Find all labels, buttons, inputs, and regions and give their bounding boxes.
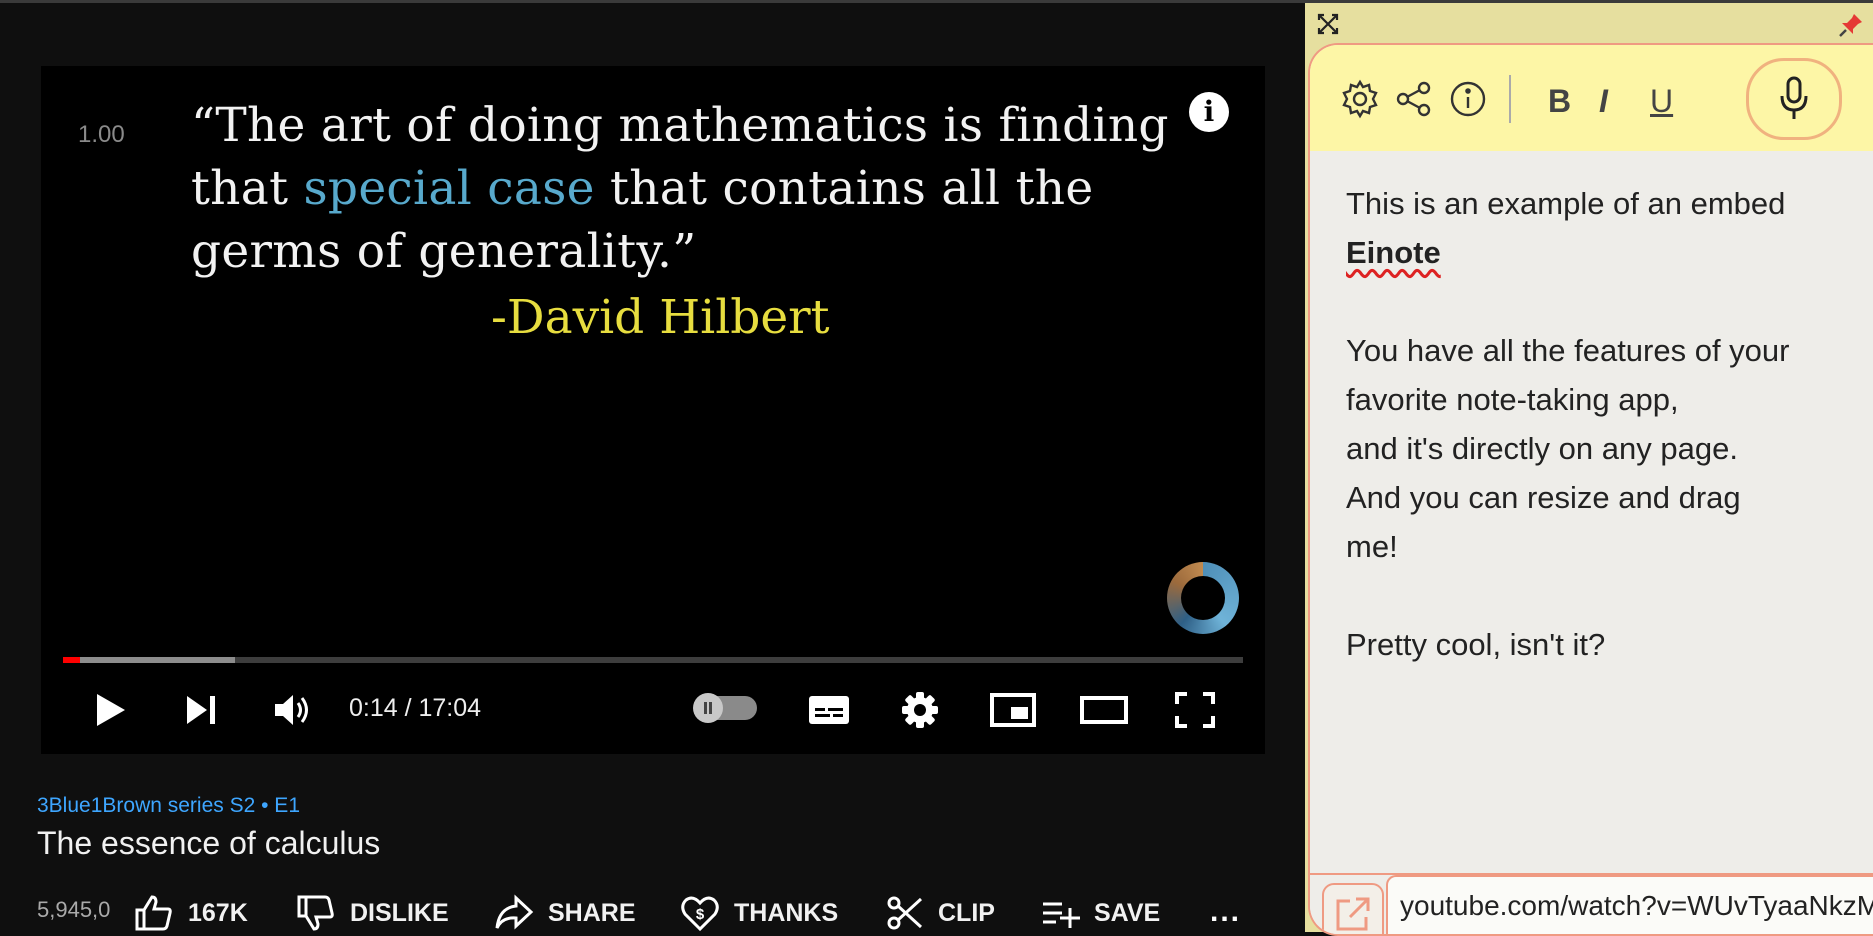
note-card: B I U This is an example of an embed Ein…	[1308, 43, 1873, 936]
view-count: 5,945,0	[37, 897, 111, 922]
quote-attribution: -David Hilbert	[491, 290, 830, 345]
dislike-button[interactable]: DISLIKE	[296, 893, 449, 933]
save-icon	[1043, 902, 1080, 928]
gear-icon[interactable]	[1340, 79, 1380, 124]
italic-button[interactable]: I	[1599, 83, 1608, 120]
note-toolbar: B I U	[1310, 45, 1873, 151]
dislike-label: DISLIKE	[350, 898, 449, 927]
like-count: 167K	[188, 898, 248, 927]
note-line: This is an example of an embed	[1346, 186, 1786, 221]
close-icon[interactable]	[1315, 11, 1341, 42]
settings-icon[interactable]	[899, 690, 941, 730]
svg-text:$: $	[696, 906, 705, 923]
external-link-icon	[1336, 897, 1370, 931]
bold-button[interactable]: B	[1548, 83, 1571, 120]
dislike-icon	[297, 895, 334, 931]
series-link[interactable]: 3Blue1Brown series S2 • E1	[37, 794, 300, 818]
mic-icon	[1780, 76, 1808, 119]
note-line: And you can resize and drag	[1346, 480, 1741, 515]
miniplayer-icon[interactable]	[989, 690, 1037, 730]
pin-icon[interactable]	[1837, 11, 1865, 44]
share-label: SHARE	[548, 898, 636, 927]
volume-icon[interactable]	[271, 690, 313, 730]
underline-button[interactable]: U	[1650, 83, 1673, 120]
played-bar	[63, 657, 80, 663]
theater-icon[interactable]	[1079, 690, 1129, 730]
like-icon	[135, 895, 172, 931]
share-icon	[495, 894, 534, 930]
thanks-icon: $	[681, 896, 719, 932]
info-circle-icon[interactable]	[1448, 79, 1488, 124]
quote-highlight: special case	[303, 161, 595, 216]
time-display: 0:14 / 17:04	[349, 694, 482, 722]
autoplay-toggle[interactable]	[693, 693, 757, 723]
info-icon[interactable]: i	[1189, 92, 1229, 132]
note-line: and it's directly on any page.	[1346, 431, 1738, 466]
autoplay-knob	[693, 693, 723, 723]
save-label: SAVE	[1094, 898, 1161, 927]
clip-label: CLIP	[938, 898, 995, 927]
clip-icon	[887, 896, 923, 930]
thanks-button[interactable]: $ THANKS	[680, 893, 838, 933]
note-content[interactable]: This is an example of an embed Einote Yo…	[1346, 179, 1866, 669]
note-footer: youtube.com/watch?v=WUvTyaaNkzM	[1310, 873, 1873, 934]
note-line: me!	[1346, 529, 1398, 564]
video-title: The essence of calculus	[37, 825, 381, 861]
playback-speed: 1.00	[78, 121, 125, 148]
buffered-bar	[63, 657, 236, 663]
note-line: Pretty cool, isn't it?	[1346, 627, 1606, 662]
play-icon[interactable]	[91, 690, 129, 730]
note-panel[interactable]: B I U This is an example of an embed Ein…	[1305, 3, 1873, 936]
external-link-button[interactable]	[1322, 883, 1384, 934]
video-player[interactable]: 1.00 “The art of doing mathematics is fi…	[41, 66, 1265, 754]
quote-text: “The art of doing mathematics is finding…	[191, 94, 1191, 283]
subtitles-icon[interactable]	[807, 690, 851, 730]
clip-button[interactable]: CLIP	[886, 893, 995, 933]
share-nodes-icon[interactable]	[1394, 79, 1434, 124]
note-drag-bar[interactable]	[1305, 3, 1873, 43]
loading-spinner	[1167, 562, 1239, 634]
note-brand: Einote	[1346, 235, 1441, 270]
like-button[interactable]: 167K	[134, 893, 248, 933]
note-line: You have all the features of your	[1346, 333, 1790, 368]
mic-button[interactable]	[1746, 58, 1842, 140]
save-button[interactable]: SAVE	[1040, 893, 1160, 933]
share-button[interactable]: SHARE	[494, 893, 636, 933]
more-actions-button[interactable]: ...	[1210, 895, 1241, 929]
toolbar-divider	[1509, 75, 1511, 123]
fullscreen-icon[interactable]	[1173, 690, 1217, 730]
progress-bar[interactable]	[63, 657, 1243, 663]
page-url[interactable]: youtube.com/watch?v=WUvTyaaNkzM	[1386, 875, 1873, 934]
next-icon[interactable]	[183, 690, 221, 730]
thanks-label: THANKS	[734, 898, 839, 927]
note-line: favorite note-taking app,	[1346, 382, 1679, 417]
